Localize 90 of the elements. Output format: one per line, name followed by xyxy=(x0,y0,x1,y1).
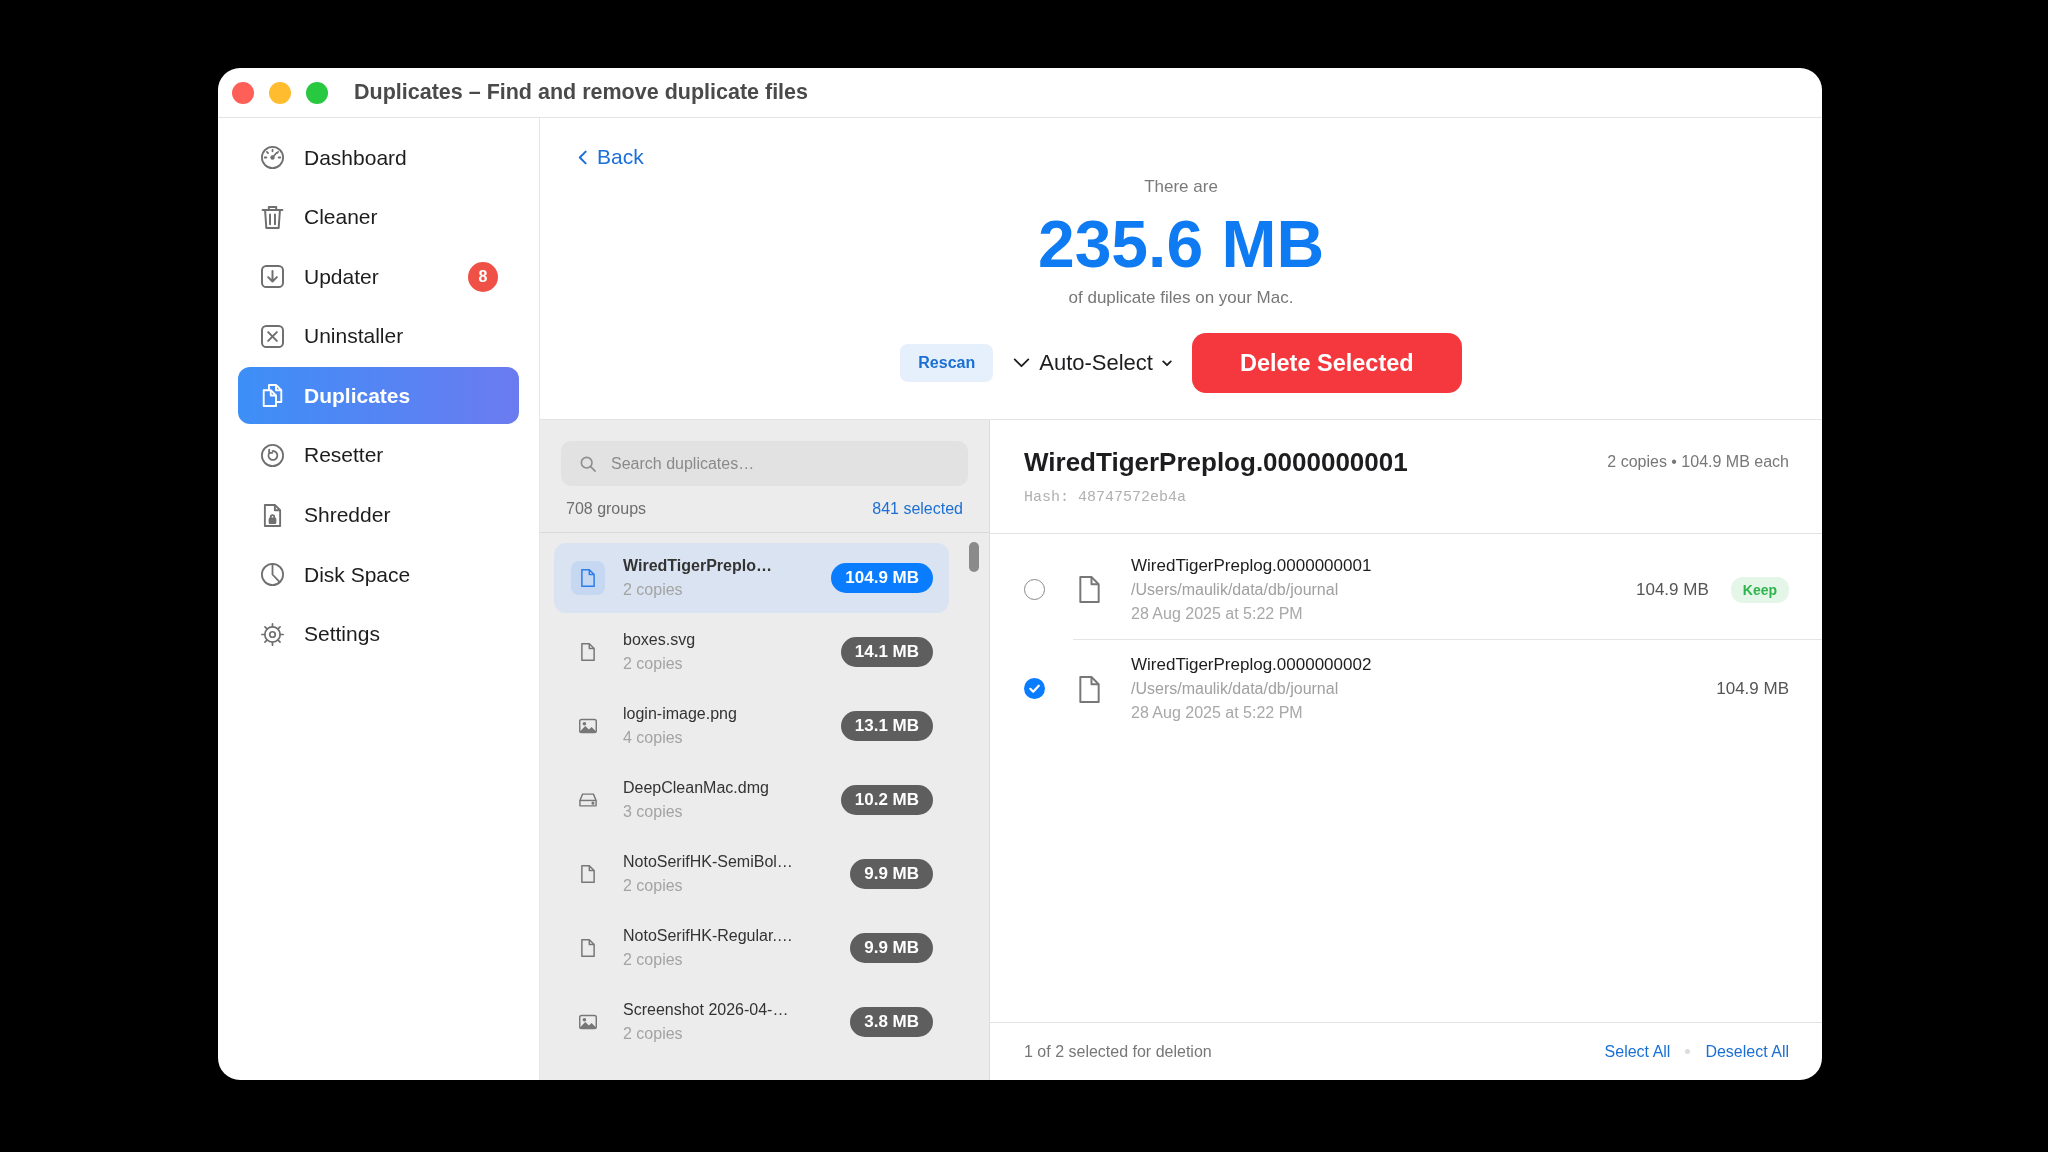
size-badge: 13.1 MB xyxy=(840,711,933,741)
caption-text: of duplicate files on your Mac. xyxy=(1068,287,1294,309)
deselect-all-link[interactable]: Deselect All xyxy=(1705,1042,1789,1061)
close-button[interactable] xyxy=(232,81,254,104)
duplicate-group-row[interactable]: DeepCleanMac.dmg 3 copies 10.2 MB xyxy=(554,765,949,835)
file-size: 104.9 MB xyxy=(1636,579,1709,600)
select-all-link[interactable]: Select All xyxy=(1604,1042,1671,1061)
duplicate-group-row[interactable]: WiredTigerPreplo… 2 copies 104.9 MB xyxy=(554,543,949,613)
document-icon xyxy=(579,865,597,883)
size-badge: 9.9 MB xyxy=(850,859,933,889)
file-path: /Users/maulik/data/db/journal xyxy=(1131,679,1340,699)
copies-summary: 2 copies • 104.9 MB each xyxy=(1607,452,1789,472)
separator-dot-icon xyxy=(1685,1049,1691,1054)
copy-count: 2 copies xyxy=(623,654,684,674)
file-path: /Users/maulik/data/db/journal xyxy=(1131,579,1340,600)
file-name: Screenshot 2026-04-… xyxy=(623,1000,789,1020)
sidebar-item[interactable]: Updater 8 xyxy=(238,248,519,306)
size-badge: 104.9 MB xyxy=(831,563,933,593)
duplicate-group-row[interactable]: boxes.svg 2 copies 14.1 MB xyxy=(554,617,949,687)
count-badge: 8 xyxy=(468,261,498,292)
pie-chart-icon xyxy=(261,563,284,587)
file-name: DeepCleanMac.dmg xyxy=(623,778,769,798)
file-name: NotoSerifHK-Regular.… xyxy=(623,926,793,946)
copy-count: 2 copies xyxy=(623,950,684,970)
file-title: WiredTigerPreplog.0000000001 xyxy=(1024,448,1408,476)
total-size: 235.6 MB xyxy=(1037,208,1325,280)
sidebar-item[interactable]: Cleaner xyxy=(238,188,519,246)
window-title: Duplicates – Find and remove duplicate files xyxy=(354,80,808,105)
download-icon xyxy=(261,265,284,289)
back-button[interactable]: Back xyxy=(578,142,644,172)
duplicate-group-row[interactable]: NotoSerifHK-SemiBol… 2 copies 9.9 MB xyxy=(554,839,949,909)
document-lock-icon xyxy=(261,503,284,527)
document-icon xyxy=(579,643,597,661)
file-size: 104.9 MB xyxy=(1716,679,1789,699)
intro-text: There are xyxy=(1144,176,1218,198)
copy-count: 2 copies xyxy=(623,580,684,600)
hash-text: Hash: 48747572eb4a xyxy=(1024,488,1188,508)
documents-icon xyxy=(261,384,284,408)
sidebar-item[interactable]: Dashboard xyxy=(238,129,519,186)
chevron-down-icon xyxy=(1013,358,1031,368)
document-icon xyxy=(1079,576,1100,603)
minimize-button[interactable] xyxy=(269,81,291,104)
size-badge: 10.2 MB xyxy=(840,785,933,815)
copy-count: 2 copies xyxy=(623,1024,684,1044)
document-icon xyxy=(1079,675,1100,703)
copy-count: 4 copies xyxy=(623,728,684,748)
document-icon xyxy=(571,561,605,595)
sidebar-item[interactable]: Resetter xyxy=(238,426,519,484)
size-badge: 9.9 MB xyxy=(850,933,933,963)
modified-date: 28 Aug 2025 at 5:22 PM xyxy=(1131,603,1304,624)
selection-status: 1 of 2 selected for deletion xyxy=(1024,1042,1212,1061)
keep-badge: Keep xyxy=(1730,576,1789,603)
image-icon xyxy=(579,1013,597,1031)
document-icon xyxy=(579,939,597,957)
settings-icon xyxy=(261,622,284,646)
sidebar-item[interactable]: Uninstaller xyxy=(238,307,519,365)
file-name: boxes.svg xyxy=(623,630,696,650)
image-icon xyxy=(579,717,597,735)
sidebar-item[interactable]: Settings xyxy=(238,605,519,663)
gauge-icon xyxy=(261,146,284,169)
file-name: login-image.png xyxy=(623,704,737,724)
drive-icon xyxy=(579,791,597,809)
copy-count: 3 copies xyxy=(623,802,684,822)
duplicate-group-row[interactable]: Screenshot 2026-04-… 2 copies 3.8 MB xyxy=(554,987,949,1057)
search-icon xyxy=(580,455,596,472)
trash-icon xyxy=(261,205,284,229)
sidebar-item[interactable]: Disk Space xyxy=(238,546,519,604)
file-name: WiredTigerPreplo… xyxy=(623,556,772,576)
duplicate-group-row[interactable]: NotoSerifHK-Regular.… 2 copies 9.9 MB xyxy=(554,913,949,983)
scrollbar-thumb[interactable] xyxy=(969,542,979,572)
group-count: 708 groups xyxy=(566,500,647,518)
select-checkbox[interactable] xyxy=(1024,678,1045,699)
file-name: WiredTigerPreplog.0000000002 xyxy=(1131,654,1372,676)
copy-count: 2 copies xyxy=(623,876,684,896)
search-field[interactable]: Search duplicates… xyxy=(561,441,968,486)
x-square-icon xyxy=(261,324,284,348)
chevron-left-icon xyxy=(578,149,587,165)
size-badge: 14.1 MB xyxy=(840,637,933,667)
modified-date: 28 Aug 2025 at 5:22 PM xyxy=(1131,703,1304,723)
chevron-down-icon xyxy=(1161,359,1172,367)
duplicate-group-row[interactable]: login-image.png 4 copies 13.1 MB xyxy=(554,691,949,761)
file-name: WiredTigerPreplog.0000000001 xyxy=(1131,554,1372,577)
auto-select-button[interactable]: Auto-Select xyxy=(1013,350,1172,376)
sidebar-item[interactable]: Shredder xyxy=(238,486,519,544)
zoom-button[interactable] xyxy=(306,81,328,104)
size-badge: 3.8 MB xyxy=(850,1007,933,1037)
rescan-button[interactable]: Rescan xyxy=(900,344,994,382)
delete-selected-button[interactable]: Delete Selected xyxy=(1191,333,1462,393)
selected-count: 841 selected xyxy=(872,500,963,518)
file-name: NotoSerifHK-SemiBol… xyxy=(623,852,793,872)
